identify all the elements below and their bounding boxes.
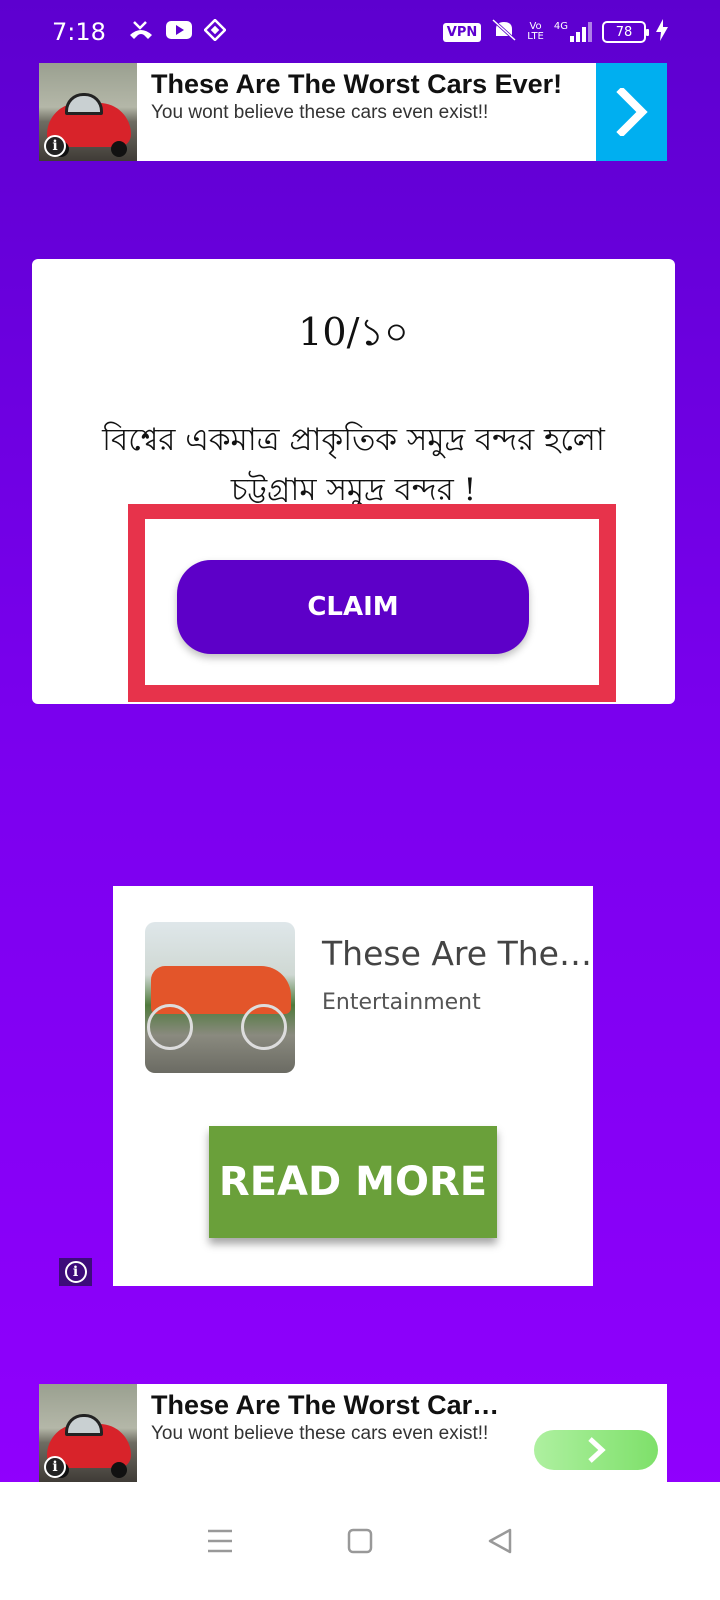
native-ad-title: These Are The… [322,934,592,973]
binance-icon [203,18,227,45]
menu-icon[interactable] [200,1521,240,1561]
top-ad-banner[interactable]: i These Are The Worst Cars Ever! You won… [39,63,667,161]
ad-text: These Are The Worst Cars… You wont belie… [137,1384,667,1482]
car-wheel [147,1004,193,1050]
ad-thumbnail: i [39,63,137,161]
youtube-icon [165,20,192,44]
missed-call-icon [128,19,154,45]
back-icon[interactable] [480,1521,520,1561]
chevron-right-icon [615,88,648,136]
network-type: 4G [553,21,568,32]
car-wheel [111,1462,127,1478]
car-wheel [241,1004,287,1050]
ad-info-icon[interactable]: i [44,1456,66,1478]
vpn-badge: VPN [442,22,482,42]
car-wheel [111,141,127,157]
mute-icon [491,18,517,46]
read-more-button[interactable]: READ MORE [209,1126,497,1238]
ad-info-icon[interactable]: i [44,135,66,157]
home-icon[interactable] [340,1521,380,1561]
car-window [65,1414,103,1436]
status-time: 7:18 [52,18,106,46]
battery-indicator: 78 [602,21,649,43]
ad-thumbnail: i [39,1384,137,1482]
native-ad-category: Entertainment [322,990,481,1015]
status-bar: 7:18 VPN Vo LTE 4G 78 [0,0,720,64]
ad-arrow-button[interactable] [534,1430,658,1470]
notification-icons [128,18,227,45]
info-icon: i [64,1261,87,1283]
ad-choices-icon[interactable]: i [59,1258,92,1286]
car-window [65,93,103,115]
navigation-bar [0,1482,720,1600]
ad-text: These Are The Worst Cars Ever! You wont … [137,63,596,161]
bottom-ad-banner[interactable]: i These Are The Worst Cars… You wont bel… [39,1384,667,1482]
ad-title: These Are The Worst Cars Ever! [151,69,563,99]
signal-icon: 4G [554,22,592,42]
ad-arrow-button[interactable] [596,63,667,161]
ad-title: These Are The Worst Cars… [151,1390,501,1420]
native-ad-card[interactable]: These Are The… Entertainment READ MORE [113,886,593,1286]
native-ad-image [145,922,295,1073]
charging-icon [656,19,668,45]
question-counter: 10/১০ [298,310,409,354]
claim-button[interactable]: CLAIM [177,560,529,654]
ad-subtitle: You wont believe these cars even exist!! [151,102,489,123]
volte-indicator: Vo LTE [527,22,544,42]
chevron-right-icon [588,1437,606,1463]
system-icons: VPN Vo LTE 4G 78 [442,18,668,46]
volte-bottom: LTE [527,31,544,42]
quiz-fact-text: বিশ্বের একমাত্র প্রাকৃতিক সমুদ্র বন্দর হ… [102,422,605,508]
